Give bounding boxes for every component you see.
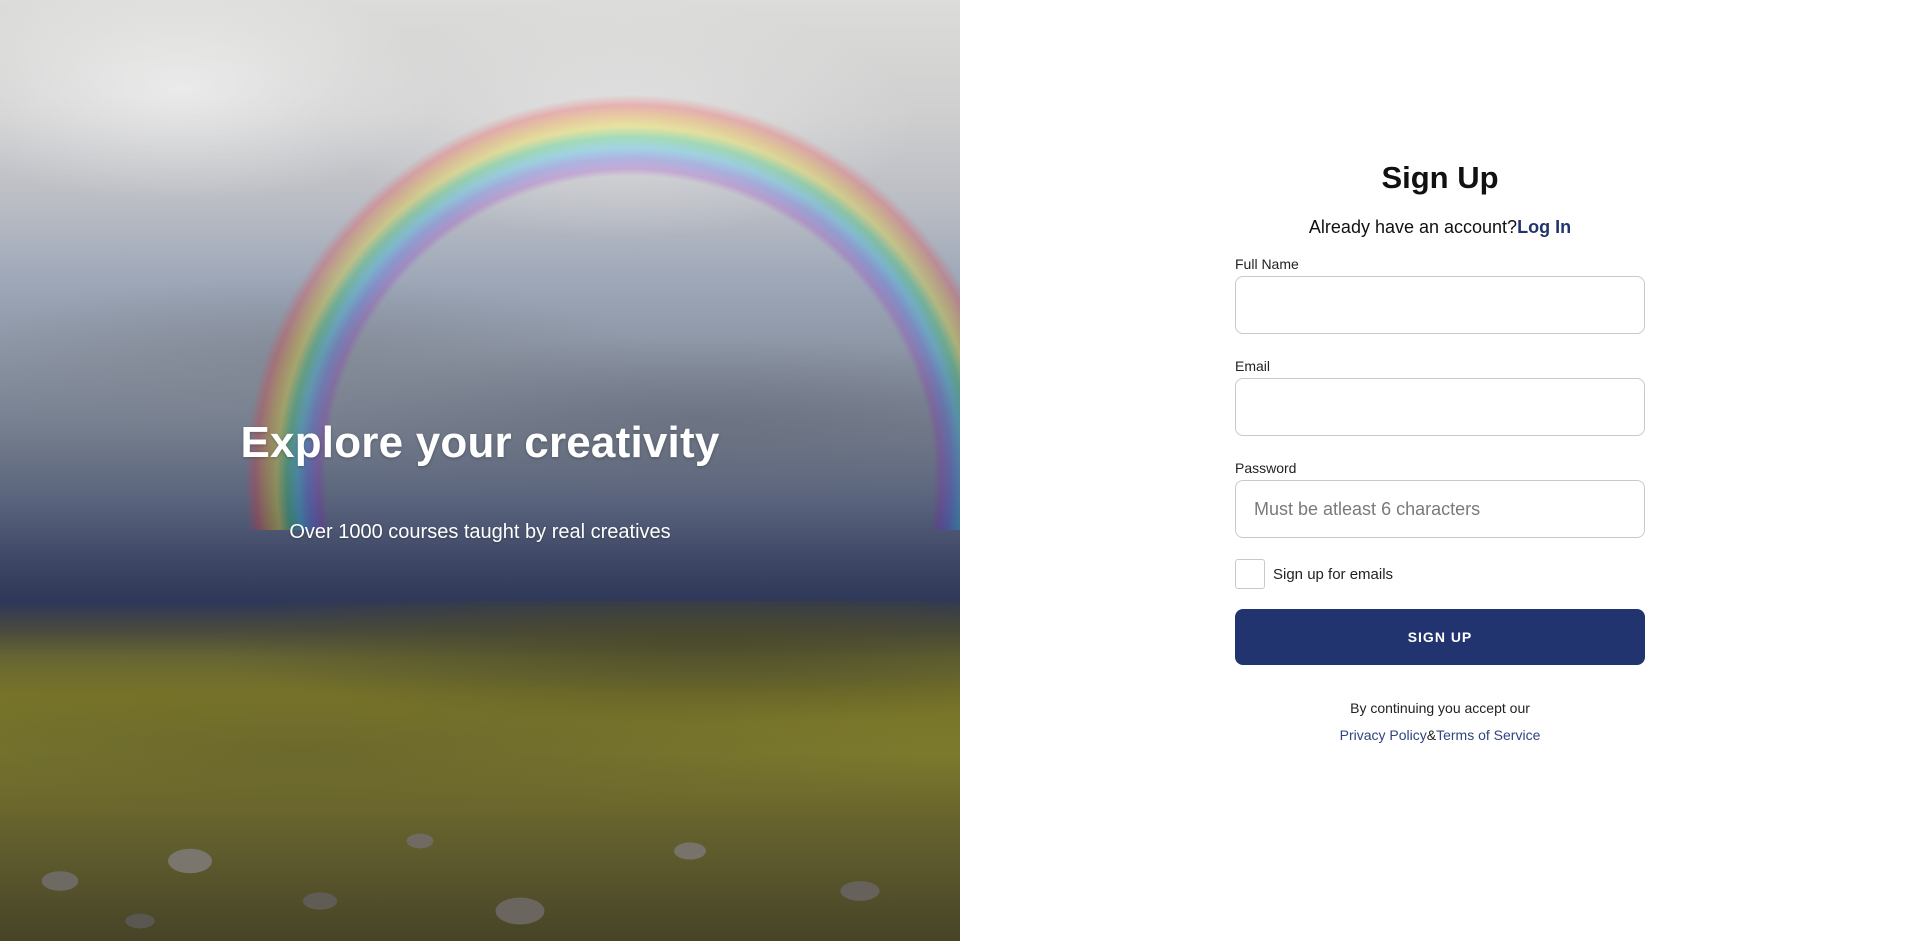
page-title: Sign Up [1381,160,1499,195]
full-name-field-group: Full Name [1235,256,1645,334]
form-fields: Full Name Email Password [1235,256,1645,538]
email-field-group: Email [1235,358,1645,436]
signup-button[interactable]: SIGN UP [1235,609,1645,665]
email-signup-label: Sign up for emails [1273,565,1394,583]
legal-separator: & [1426,727,1437,743]
legal-prefix: By continuing you accept our [1350,700,1530,716]
form-panel: Sign Up Already have an account?Log In F… [960,0,1920,941]
login-link[interactable]: Log In [1517,217,1571,237]
hero-title: Explore your creativity [240,418,720,467]
login-prompt-line: Already have an account?Log In [1235,217,1645,238]
legal-notice: By continuing you accept our Privacy Pol… [1235,695,1645,749]
signup-form: Sign Up Already have an account?Log In F… [1235,160,1645,749]
email-label: Email [1235,358,1271,374]
full-name-input[interactable] [1235,276,1645,334]
login-prompt-text: Already have an account? [1308,217,1518,237]
hero-panel: Explore your creativity Over 1000 course… [0,0,960,941]
terms-of-service-link[interactable]: Terms of Service [1436,727,1540,743]
hero-content: Explore your creativity Over 1000 course… [0,0,960,941]
password-field-group: Password [1235,460,1645,538]
email-input[interactable] [1235,378,1645,436]
privacy-policy-link[interactable]: Privacy Policy [1340,727,1427,743]
hero-subtitle: Over 1000 courses taught by real creativ… [289,521,671,543]
full-name-label: Full Name [1235,256,1299,272]
email-signup-row: Sign up for emails [1235,558,1645,590]
email-signup-checkbox[interactable] [1235,559,1265,589]
signup-page: Explore your creativity Over 1000 course… [0,0,1920,941]
password-input[interactable] [1235,480,1645,538]
legal-links: Privacy Policy&Terms of Service [1235,722,1645,749]
password-label: Password [1235,460,1297,476]
